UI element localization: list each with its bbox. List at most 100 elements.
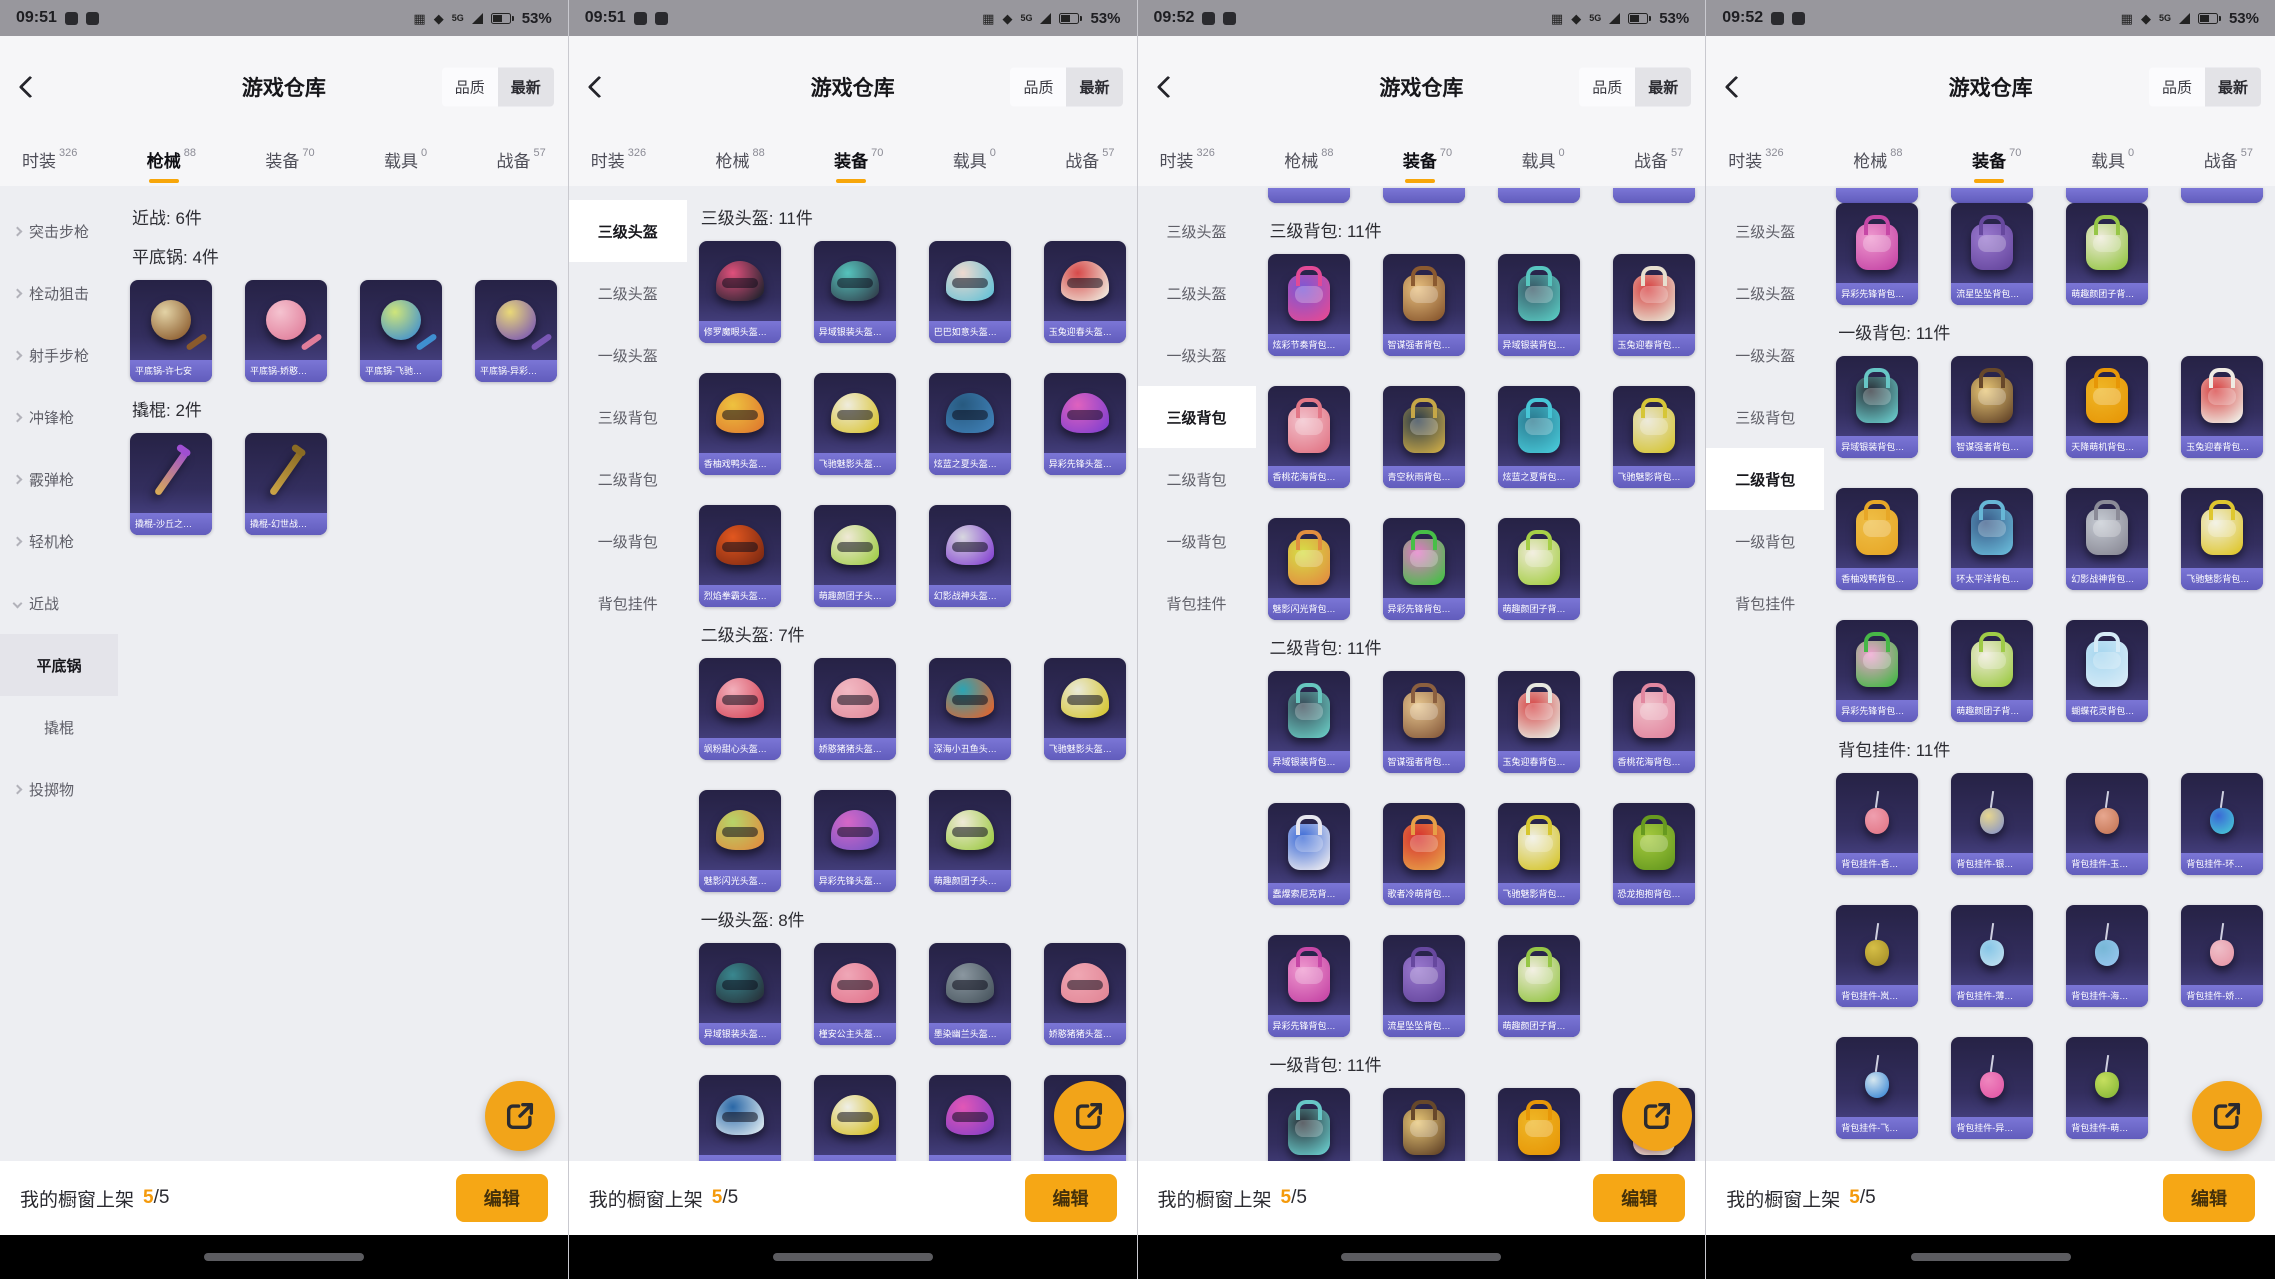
sidebar-item-一级头盔[interactable]: 一级头盔: [1706, 324, 1824, 386]
item-card[interactable]: 恐龙抱抱背包…: [1613, 803, 1695, 905]
item-card[interactable]: 智谋强者背包…: [1383, 1088, 1465, 1161]
item-card-partial[interactable]: [1836, 188, 1918, 203]
item-card[interactable]: 槿安公主头盔…: [814, 943, 896, 1045]
item-card[interactable]: 背包挂件-萌…: [2066, 1037, 2148, 1139]
item-card[interactable]: 背包挂件-海…: [2066, 905, 2148, 1007]
item-card[interactable]: 平底锅-异彩…: [475, 280, 557, 382]
edit-button[interactable]: 编辑: [2163, 1174, 2255, 1222]
sort-quality-button[interactable]: 品质: [1579, 68, 1635, 107]
home-indicator[interactable]: [1911, 1253, 2071, 1261]
sidebar-item-一级头盔[interactable]: 一级头盔: [1138, 324, 1256, 386]
tab-装备[interactable]: 装备70: [1403, 151, 1452, 173]
item-card[interactable]: 智谋强者背包…: [1383, 254, 1465, 356]
tab-时装[interactable]: 时装326: [1728, 151, 1783, 173]
item-card[interactable]: 香柚戏鸭头盔…: [699, 373, 781, 475]
item-card[interactable]: 炫彩节奏背包…: [1268, 254, 1350, 356]
item-card[interactable]: 娇憨猪猪头盔…: [814, 658, 896, 760]
sidebar-item-霰弹枪[interactable]: 霰弹枪: [0, 448, 118, 510]
item-card[interactable]: 流星坠坠背包…: [1383, 935, 1465, 1037]
item-card[interactable]: 萌趣颜团子背…: [1951, 620, 2033, 722]
sidebar-item-三级头盔[interactable]: 三级头盔: [1138, 200, 1256, 262]
item-card[interactable]: 炫蓝之夏头盔…: [929, 373, 1011, 475]
item-card-partial[interactable]: [1268, 188, 1350, 203]
tab-战备[interactable]: 战备57: [1634, 151, 1683, 173]
item-card[interactable]: 异彩先锋背包…: [1836, 203, 1918, 305]
item-card[interactable]: 异域银装背包…: [1268, 671, 1350, 773]
item-card[interactable]: 蝴蝶花灵背包…: [2066, 620, 2148, 722]
item-card[interactable]: 背包挂件-岚…: [1836, 905, 1918, 1007]
item-card[interactable]: 智谋强者背包…: [1951, 356, 2033, 458]
tab-枪械[interactable]: 枪械88: [147, 151, 196, 173]
item-card[interactable]: 背包挂件-玉…: [2066, 773, 2148, 875]
item-card[interactable]: 异域银装头盔…: [814, 241, 896, 343]
sort-quality-button[interactable]: 品质: [442, 68, 498, 107]
item-card[interactable]: 环太平洋头盔…: [699, 1075, 781, 1161]
item-card[interactable]: 玉兔迎春背包…: [1498, 671, 1580, 773]
tab-战备[interactable]: 战备57: [496, 151, 545, 173]
item-card[interactable]: 炫蓝之夏背包…: [1498, 386, 1580, 488]
sidebar-item-二级背包[interactable]: 二级背包: [1138, 448, 1256, 510]
item-card[interactable]: 魅影闪光头盔…: [699, 790, 781, 892]
item-card[interactable]: 魅影闪光背包…: [1268, 518, 1350, 620]
sidebar-item-近战[interactable]: 近战: [0, 572, 118, 634]
edit-button[interactable]: 编辑: [1025, 1174, 1117, 1222]
item-card[interactable]: 萌趣颜团子头…: [929, 790, 1011, 892]
item-card[interactable]: 玉兔迎春头盔…: [1044, 241, 1126, 343]
sidebar-item-栓动狙击[interactable]: 栓动狙击: [0, 262, 118, 324]
item-card[interactable]: 天降萌机背包…: [1498, 1088, 1580, 1161]
item-card[interactable]: 环太平洋背包…: [1951, 488, 2033, 590]
sidebar-item-二级头盔[interactable]: 二级头盔: [1706, 262, 1824, 324]
item-card[interactable]: 烈焰拳霸头盔…: [699, 505, 781, 607]
tab-装备[interactable]: 装备70: [265, 151, 314, 173]
item-card[interactable]: 萌趣颜团子背…: [1498, 935, 1580, 1037]
sidebar-item-三级头盔[interactable]: 三级头盔: [1706, 200, 1824, 262]
share-button[interactable]: [1054, 1081, 1124, 1151]
sidebar-item-一级背包[interactable]: 一级背包: [569, 510, 687, 572]
edit-button[interactable]: 编辑: [1593, 1174, 1685, 1222]
sort-latest-button[interactable]: 最新: [1066, 68, 1122, 107]
home-indicator[interactable]: [204, 1253, 364, 1261]
item-card[interactable]: 幻影战神头盔…: [929, 505, 1011, 607]
sidebar-item-三级头盔[interactable]: 三级头盔: [569, 200, 687, 262]
item-card[interactable]: 异彩先锋头盔…: [929, 1075, 1011, 1161]
tab-战备[interactable]: 战备57: [2204, 151, 2253, 173]
item-card[interactable]: 异域银装背包…: [1498, 254, 1580, 356]
tab-时装[interactable]: 时装326: [22, 151, 77, 173]
sort-latest-button[interactable]: 最新: [2205, 68, 2261, 107]
share-button[interactable]: [485, 1081, 555, 1151]
item-card-partial[interactable]: [1383, 188, 1465, 203]
tab-枪械[interactable]: 枪械88: [1284, 151, 1333, 173]
item-card-partial[interactable]: [2181, 188, 2263, 203]
tab-战备[interactable]: 战备57: [1065, 151, 1114, 173]
tab-时装[interactable]: 时装326: [1160, 151, 1215, 173]
item-card[interactable]: 香柚戏鸭背包…: [1836, 488, 1918, 590]
sort-quality-button[interactable]: 品质: [2149, 68, 2205, 107]
item-card[interactable]: 飞驰魅影背包…: [2181, 488, 2263, 590]
item-card[interactable]: 异彩先锋头盔…: [814, 790, 896, 892]
sidebar-item-一级背包[interactable]: 一级背包: [1706, 510, 1824, 572]
item-card[interactable]: 深海小丑鱼头…: [929, 658, 1011, 760]
sidebar-item-三级背包[interactable]: 三级背包: [1138, 386, 1256, 448]
item-card[interactable]: 异域银装背包…: [1268, 1088, 1350, 1161]
item-card[interactable]: 背包挂件-薄…: [1951, 905, 2033, 1007]
home-indicator[interactable]: [1341, 1253, 1501, 1261]
sidebar-item-突击步枪[interactable]: 突击步枪: [0, 200, 118, 262]
item-card-partial[interactable]: [1613, 188, 1695, 203]
tab-枪械[interactable]: 枪械88: [715, 151, 764, 173]
sidebar-item-撬棍[interactable]: 撬棍: [0, 696, 118, 758]
item-card[interactable]: 飞驰魅影头盔…: [814, 373, 896, 475]
sidebar-item-一级头盔[interactable]: 一级头盔: [569, 324, 687, 386]
share-button[interactable]: [2192, 1081, 2262, 1151]
item-card[interactable]: 背包挂件-银…: [1951, 773, 2033, 875]
sidebar-item-三级背包[interactable]: 三级背包: [1706, 386, 1824, 448]
item-card[interactable]: 玉兔迎春背包…: [1613, 254, 1695, 356]
sidebar-item-二级背包[interactable]: 二级背包: [1706, 448, 1824, 510]
item-card[interactable]: 飞驰魅影头盔…: [814, 1075, 896, 1161]
tab-装备[interactable]: 装备70: [1972, 151, 2021, 173]
sidebar-item-射手步枪[interactable]: 射手步枪: [0, 324, 118, 386]
item-card[interactable]: 娇憨猪猪头盔…: [1044, 943, 1126, 1045]
item-card[interactable]: 墨染幽兰头盔…: [929, 943, 1011, 1045]
item-card[interactable]: 背包挂件-香…: [1836, 773, 1918, 875]
item-card[interactable]: 平底锅-娇憨…: [245, 280, 327, 382]
item-card[interactable]: 飞驰魅影背包…: [1613, 386, 1695, 488]
